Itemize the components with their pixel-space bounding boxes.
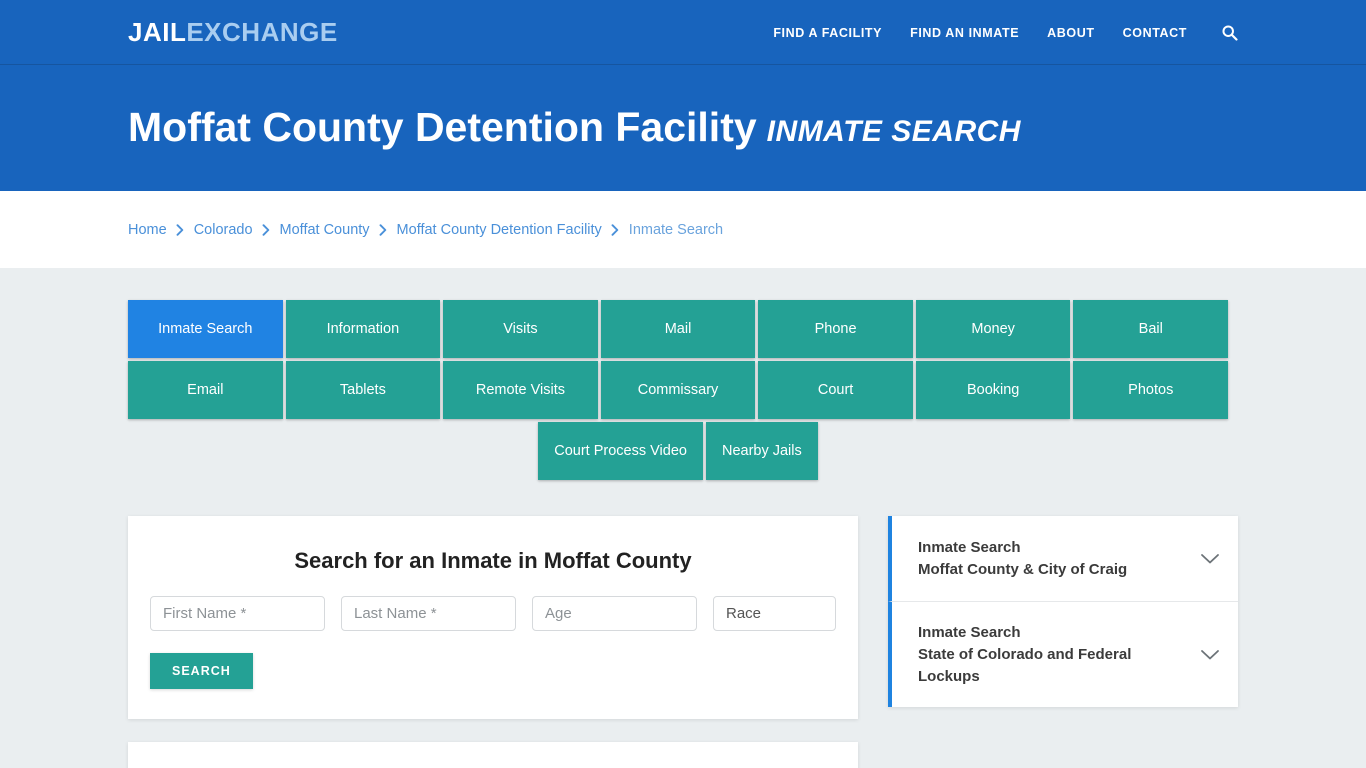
accordion-item-text: Inmate Search Moffat County & City of Cr… — [918, 537, 1190, 581]
accordion-item-state-federal[interactable]: Inmate Search State of Colorado and Fede… — [888, 602, 1238, 708]
tab-remote-visits[interactable]: Remote Visits — [443, 361, 598, 419]
page-title-facility: Moffat County Detention Facility — [128, 104, 757, 151]
inmate-search-accordion: Inmate Search Moffat County & City of Cr… — [888, 516, 1238, 708]
hero-banner: Moffat County Detention Facility INMATE S… — [0, 65, 1366, 191]
sidebar-column: Inmate Search Moffat County & City of Cr… — [888, 516, 1238, 768]
search-button[interactable]: SEARCH — [150, 653, 253, 689]
main-column: Search for an Inmate in Moffat County Ra… — [128, 516, 858, 768]
logo-text-primary: JAIL — [128, 17, 187, 47]
page-content: Inmate Search Information Visits Mail Ph… — [0, 268, 1366, 768]
facility-tab-group: Inmate Search Information Visits Mail Ph… — [128, 300, 1229, 483]
chevron-right-icon — [262, 223, 271, 236]
page-title: Moffat County Detention Facility INMATE S… — [128, 105, 1021, 150]
top-navbar: JAILEXCHANGE FIND A FACILITY FIND AN INM… — [0, 0, 1366, 65]
site-logo[interactable]: JAILEXCHANGE — [128, 19, 338, 45]
chevron-down-icon[interactable] — [1200, 553, 1220, 565]
race-select[interactable]: Race — [713, 596, 836, 631]
accordion-item-subtitle: Moffat County & City of Craig — [918, 560, 1128, 578]
accordion-item-text: Inmate Search State of Colorado and Fede… — [918, 622, 1190, 687]
tab-row-3: Court Process Video Nearby Jails — [128, 422, 1228, 480]
tab-tablets[interactable]: Tablets — [285, 361, 441, 419]
breadcrumb-band: Home Colorado Moffat County Moffat Count… — [0, 191, 1366, 268]
last-name-input[interactable] — [341, 596, 516, 631]
nav-item-find-a-facility[interactable]: FIND A FACILITY — [759, 26, 896, 40]
tab-bail[interactable]: Bail — [1073, 300, 1229, 358]
nav-item-about[interactable]: ABOUT — [1033, 26, 1108, 40]
tab-row-2: Email Tablets Remote Visits Commissary C… — [128, 361, 1229, 419]
breadcrumb-item-colorado[interactable]: Colorado — [194, 222, 253, 238]
inmate-search-card: Search for an Inmate in Moffat County Ra… — [128, 516, 858, 719]
age-input[interactable] — [532, 596, 697, 631]
chevron-right-icon — [611, 223, 620, 236]
search-fields-row: Race — [150, 596, 836, 631]
search-card-title: Search for an Inmate in Moffat County — [294, 548, 692, 573]
tab-commissary[interactable]: Commissary — [600, 361, 756, 419]
tab-visits[interactable]: Visits — [443, 300, 598, 358]
tab-information[interactable]: Information — [285, 300, 441, 358]
chevron-down-icon[interactable] — [1200, 649, 1220, 661]
accordion-item-title: Inmate Search — [918, 538, 1021, 556]
tab-email[interactable]: Email — [128, 361, 283, 419]
chevron-right-icon — [379, 223, 388, 236]
accordion-item-title: Inmate Search — [918, 624, 1021, 641]
first-name-input[interactable] — [150, 596, 325, 631]
breadcrumb-item-facility[interactable]: Moffat County Detention Facility — [397, 222, 602, 238]
tab-money[interactable]: Money — [915, 300, 1071, 358]
tab-inmate-search[interactable]: Inmate Search — [128, 300, 283, 358]
breadcrumb-item-moffat-county[interactable]: Moffat County — [280, 222, 370, 238]
tab-mail[interactable]: Mail — [600, 300, 756, 358]
breadcrumb-item-current: Inmate Search — [628, 221, 724, 238]
tab-row-1: Inmate Search Information Visits Mail Ph… — [128, 300, 1229, 358]
primary-nav: FIND A FACILITY FIND AN INMATE ABOUT CON… — [759, 0, 1238, 65]
accordion-item-subtitle: State of Colorado and Federal Lockups — [918, 645, 1132, 685]
chevron-right-icon — [176, 223, 185, 236]
accordion-item-moffat-county[interactable]: Inmate Search Moffat County & City of Cr… — [888, 516, 1238, 602]
page-title-section: INMATE SEARCH — [766, 115, 1021, 149]
tab-nearby-jails[interactable]: Nearby Jails — [705, 422, 818, 480]
tab-court[interactable]: Court — [758, 361, 913, 419]
results-card-placeholder — [128, 742, 858, 768]
logo-text-secondary: EXCHANGE — [186, 17, 338, 47]
nav-item-contact[interactable]: CONTACT — [1109, 26, 1201, 40]
breadcrumb: Home Colorado Moffat County Moffat Count… — [128, 222, 723, 238]
tab-booking[interactable]: Booking — [915, 361, 1071, 419]
content-columns: Search for an Inmate in Moffat County Ra… — [128, 516, 1238, 768]
search-icon[interactable] — [1201, 24, 1238, 41]
breadcrumb-item-home[interactable]: Home — [128, 222, 167, 238]
tab-phone[interactable]: Phone — [758, 300, 913, 358]
nav-item-find-an-inmate[interactable]: FIND AN INMATE — [896, 26, 1033, 40]
tab-photos[interactable]: Photos — [1073, 361, 1229, 419]
tab-court-process-video[interactable]: Court Process Video — [538, 422, 703, 480]
